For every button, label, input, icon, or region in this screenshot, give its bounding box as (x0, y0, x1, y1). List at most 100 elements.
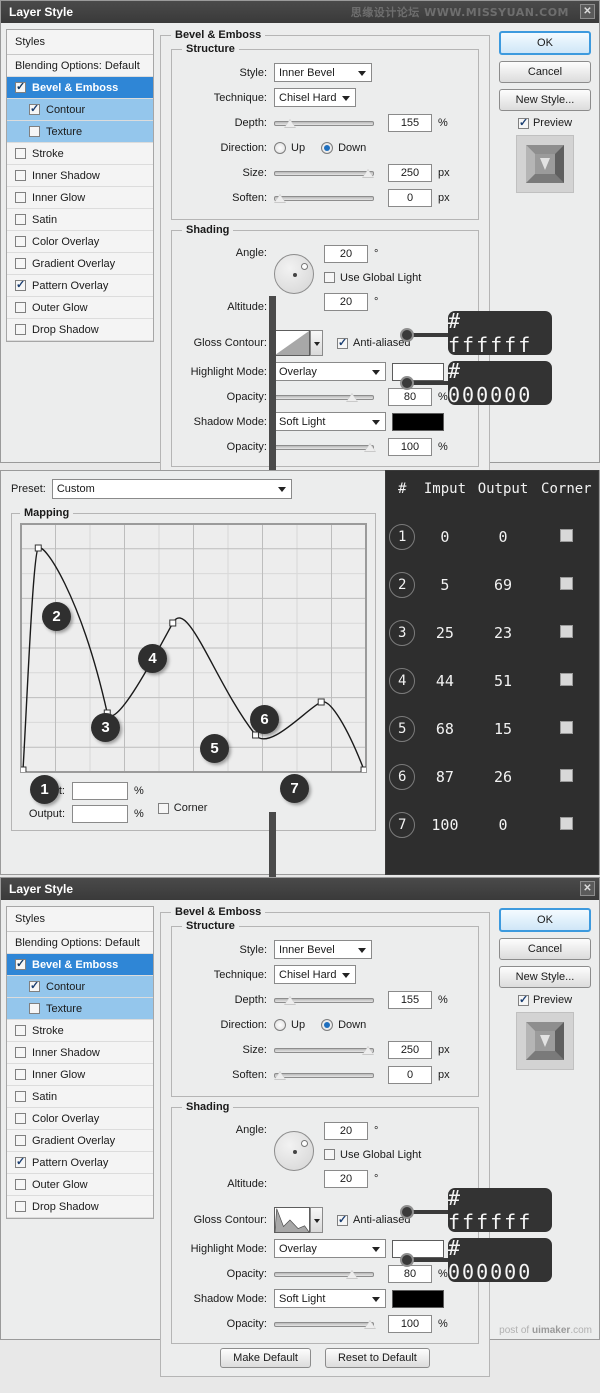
sidebar-item-color-overlay[interactable]: Color Overlay (7, 1108, 153, 1130)
gloss-contour-dropdown[interactable] (310, 1207, 323, 1233)
dial-knob[interactable] (301, 1140, 308, 1147)
checkbox-icon[interactable] (29, 126, 40, 137)
input-field[interactable] (72, 782, 128, 800)
slider-thumb[interactable] (364, 1320, 376, 1329)
dial-knob[interactable] (301, 263, 308, 270)
preview-row[interactable]: Preview (518, 994, 572, 1006)
checkbox-icon[interactable] (15, 1091, 26, 1102)
row-corner-checkbox[interactable] (560, 769, 573, 782)
slider-thumb[interactable] (274, 194, 286, 203)
sidebar-item-outer-glow[interactable]: Outer Glow (7, 1174, 153, 1196)
sidebar-item-inner-shadow[interactable]: Inner Shadow (7, 165, 153, 187)
technique-select[interactable]: Chisel Hard (274, 965, 356, 984)
row-corner-checkbox[interactable] (560, 673, 573, 686)
soften-input[interactable]: 0 (388, 189, 432, 207)
sidebar-item-outer-glow[interactable]: Outer Glow (7, 297, 153, 319)
soften-slider[interactable] (274, 189, 374, 207)
depth-input[interactable]: 155 (388, 114, 432, 132)
checkbox-icon[interactable] (15, 1025, 26, 1036)
preview-checkbox[interactable] (518, 995, 529, 1006)
slider-thumb[interactable] (364, 443, 376, 452)
angle-dial[interactable] (274, 1131, 314, 1171)
radio-down[interactable] (321, 1019, 333, 1031)
sidebar-item-pattern-overlay[interactable]: Pattern Overlay (7, 1152, 153, 1174)
sidebar-item-pattern-overlay[interactable]: Pattern Overlay (7, 275, 153, 297)
gloss-contour-thumbnail-linear[interactable] (274, 330, 310, 356)
checkbox-icon[interactable] (15, 1179, 26, 1190)
depth-slider[interactable] (274, 991, 374, 1009)
close-icon[interactable]: ✕ (580, 881, 595, 896)
preview-checkbox[interactable] (518, 118, 529, 129)
checkbox-icon[interactable] (15, 280, 26, 291)
radio-up[interactable] (274, 1019, 286, 1031)
checkbox-icon[interactable] (15, 1135, 26, 1146)
sidebar-item-stroke[interactable]: Stroke (7, 143, 153, 165)
close-icon[interactable]: ✕ (580, 4, 595, 19)
checkbox-icon[interactable] (15, 82, 26, 93)
depth-slider[interactable] (274, 114, 374, 132)
soften-input[interactable]: 0 (388, 1066, 432, 1084)
highlight-color-swatch[interactable] (392, 363, 444, 381)
slider-thumb[interactable] (284, 119, 296, 128)
checkbox-icon[interactable] (15, 1201, 26, 1212)
checkbox-icon[interactable] (15, 959, 26, 970)
slider-thumb[interactable] (284, 996, 296, 1005)
contour-curve-graph[interactable] (20, 523, 367, 773)
sidebar-item-blending-options[interactable]: Blending Options: Default (7, 55, 153, 77)
highlight-opacity-slider[interactable] (274, 1265, 374, 1283)
angle-dial[interactable] (274, 254, 314, 294)
shadow-mode-select[interactable]: Soft Light (274, 412, 386, 431)
shadow-opacity-input[interactable]: 100 (388, 438, 432, 456)
soften-slider[interactable] (274, 1066, 374, 1084)
radio-up[interactable] (274, 142, 286, 154)
gloss-contour-thumbnail-custom[interactable] (274, 1207, 310, 1233)
shadow-opacity-slider[interactable] (274, 438, 374, 456)
sidebar-item-contour[interactable]: Contour (7, 976, 153, 998)
ok-button[interactable]: OK (499, 908, 591, 932)
highlight-opacity-input[interactable]: 80 (388, 1265, 432, 1283)
sidebar-item-bevel-emboss[interactable]: Bevel & Emboss (7, 954, 153, 976)
shadow-opacity-input[interactable]: 100 (388, 1315, 432, 1333)
depth-input[interactable]: 155 (388, 991, 432, 1009)
preset-select[interactable]: Custom (52, 479, 292, 499)
preview-row[interactable]: Preview (518, 117, 572, 129)
technique-select[interactable]: Chisel Hard (274, 88, 356, 107)
altitude-input[interactable]: 20 (324, 1170, 368, 1188)
sidebar-item-blending-options[interactable]: Blending Options: Default (7, 932, 153, 954)
checkbox-icon[interactable] (29, 1003, 40, 1014)
checkbox-icon[interactable] (15, 170, 26, 181)
highlight-opacity-slider[interactable] (274, 388, 374, 406)
reset-to-default-button[interactable]: Reset to Default (325, 1348, 430, 1368)
ok-button[interactable]: OK (499, 31, 591, 55)
angle-input[interactable]: 20 (324, 1122, 368, 1140)
row-corner-checkbox[interactable] (560, 817, 573, 830)
size-input[interactable]: 250 (388, 164, 432, 182)
sidebar-item-contour[interactable]: Contour (7, 99, 153, 121)
sidebar-item-satin[interactable]: Satin (7, 1086, 153, 1108)
size-slider[interactable] (274, 1041, 374, 1059)
output-field[interactable] (72, 805, 128, 823)
checkbox-icon[interactable] (29, 981, 40, 992)
radio-down[interactable] (321, 142, 333, 154)
shadow-mode-select[interactable]: Soft Light (274, 1289, 386, 1308)
checkbox-icon[interactable] (15, 192, 26, 203)
sidebar-item-drop-shadow[interactable]: Drop Shadow (7, 319, 153, 341)
sidebar-item-satin[interactable]: Satin (7, 209, 153, 231)
make-default-button[interactable]: Make Default (220, 1348, 311, 1368)
angle-input[interactable]: 20 (324, 245, 368, 263)
use-global-light-checkbox[interactable] (324, 272, 335, 283)
checkbox-icon[interactable] (15, 148, 26, 159)
cancel-button[interactable]: Cancel (499, 61, 591, 83)
checkbox-icon[interactable] (15, 1069, 26, 1080)
highlight-color-swatch[interactable] (392, 1240, 444, 1258)
new-style-button[interactable]: New Style... (499, 89, 591, 111)
checkbox-icon[interactable] (15, 236, 26, 247)
corner-checkbox[interactable] (158, 803, 169, 814)
slider-thumb[interactable] (362, 1046, 374, 1055)
checkbox-icon[interactable] (15, 214, 26, 225)
slider-thumb[interactable] (346, 393, 358, 402)
sidebar-item-drop-shadow[interactable]: Drop Shadow (7, 1196, 153, 1218)
shadow-opacity-slider[interactable] (274, 1315, 374, 1333)
checkbox-icon[interactable] (29, 104, 40, 115)
new-style-button[interactable]: New Style... (499, 966, 591, 988)
